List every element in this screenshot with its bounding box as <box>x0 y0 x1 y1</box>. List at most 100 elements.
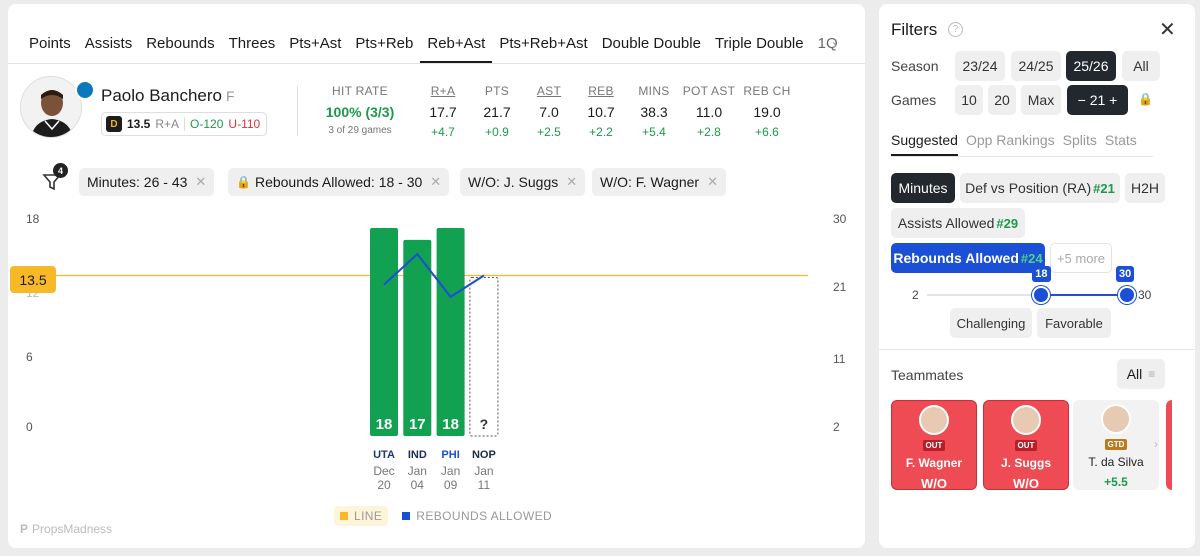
hit-rate-sub: 3 of 29 games <box>328 125 392 136</box>
close-icon[interactable]: ✕ <box>195 174 206 190</box>
suggested-def-vs-position[interactable]: Def vs Position (RA) #21 <box>960 173 1120 203</box>
status-badge: GTD <box>1104 439 1128 450</box>
tab-triple-double[interactable]: Triple Double <box>708 28 811 63</box>
tab-suggested[interactable]: Suggested <box>891 132 958 156</box>
filters-title: Filters <box>891 20 938 39</box>
teammate-name: J. Suggs <box>1000 456 1051 470</box>
stat-label: REB <box>588 84 614 98</box>
divider <box>297 86 298 136</box>
tab-reb-ast[interactable]: Reb+Ast <box>420 28 493 63</box>
slider-high-handle[interactable] <box>1118 286 1136 304</box>
bar-label: 17 <box>409 416 426 433</box>
suggested-assists-allowed[interactable]: Assists Allowed #29 <box>891 208 1025 238</box>
x-tick-month: Jan <box>441 464 460 478</box>
favorable-button[interactable]: Favorable <box>1037 308 1111 338</box>
chart-bar-pending <box>469 277 499 437</box>
suggested-rebounds-allowed[interactable]: Rebounds Allowed #24 <box>891 243 1045 273</box>
x-tick-day: 09 <box>444 478 458 492</box>
suggested-h2h[interactable]: H2H <box>1125 173 1165 203</box>
chip-minutes[interactable]: Minutes: 26 - 43 ✕ <box>79 168 215 196</box>
chip-wo-suggs[interactable]: W/O: J. Suggs ✕ <box>460 168 586 196</box>
more-filters-button[interactable]: +5 more <box>1050 243 1112 273</box>
over-odds: O-120 <box>190 117 224 131</box>
help-icon[interactable]: ? <box>948 22 963 37</box>
team-logo-icon <box>75 80 95 100</box>
filter-subtabs: Suggested Opp Rankings Splits Stats <box>891 132 1137 156</box>
pill-label: Assists Allowed <box>897 215 995 231</box>
chip-label: W/O: J. Suggs <box>468 174 559 190</box>
tab-threes[interactable]: Threes <box>222 28 283 63</box>
player-name: Paolo Banchero F <box>101 86 235 106</box>
brand-logo-icon: P <box>20 522 29 536</box>
challenging-button[interactable]: Challenging <box>950 308 1032 338</box>
teammate-card[interactable]: GTD T. da Silva +5.5 <box>1073 400 1159 490</box>
close-icon[interactable]: ✕ <box>1159 17 1176 42</box>
tab-rebounds[interactable]: Rebounds <box>139 28 221 63</box>
lock-icon[interactable]: 🔒 <box>1138 92 1153 106</box>
avatar <box>1101 404 1131 434</box>
games-max[interactable]: Max <box>1021 85 1061 115</box>
close-icon[interactable]: ✕ <box>707 174 718 190</box>
season-25-26[interactable]: 25/26 <box>1066 51 1116 81</box>
close-icon[interactable]: ✕ <box>430 174 441 190</box>
rank-badge: #21 <box>1093 180 1115 196</box>
close-icon[interactable]: ✕ <box>566 174 577 190</box>
chip-label: Rebounds Allowed: 18 - 30 <box>254 174 423 190</box>
teammate-card[interactable]: OUT J. Suggs W/O <box>983 400 1069 491</box>
teammates-label: Teammates <box>891 367 964 383</box>
stat-value: 10.7 <box>587 104 615 120</box>
chevron-right-icon[interactable]: › <box>1154 437 1158 451</box>
season-23-24[interactable]: 23/24 <box>955 51 1005 81</box>
divider <box>184 117 186 131</box>
betting-line[interactable]: D 13.5 R+A O-120 U-110 <box>101 112 268 136</box>
tab-points[interactable]: Points <box>22 28 78 63</box>
tab-1q[interactable]: 1Q <box>811 28 845 63</box>
tab-pts-ast[interactable]: Pts+Ast <box>282 28 348 63</box>
stat-r-a[interactable]: R+A 17.7 +4.7 <box>420 84 466 139</box>
stat-delta: +0.9 <box>485 125 509 139</box>
season-label: Season <box>891 58 939 74</box>
tab-splits[interactable]: Splits <box>1063 132 1097 156</box>
tab-opp-rankings[interactable]: Opp Rankings <box>966 132 1055 156</box>
teammates-filter-select[interactable]: All ≡ <box>1117 359 1165 389</box>
legend-line: LINE <box>334 506 389 526</box>
x-tick-month: Jan <box>408 464 427 478</box>
suggested-minutes[interactable]: Minutes <box>891 173 955 203</box>
chip-wo-wagner[interactable]: W/O: F. Wagner ✕ <box>592 168 726 196</box>
season-all[interactable]: All <box>1122 51 1160 81</box>
games-label: Games <box>891 92 937 108</box>
tab-assists[interactable]: Assists <box>78 28 140 63</box>
season-24-25[interactable]: 24/25 <box>1011 51 1061 81</box>
tab-double-double[interactable]: Double Double <box>595 28 708 63</box>
stat-label: PTS <box>484 84 510 98</box>
tab-pts-reb[interactable]: Pts+Reb <box>348 28 420 63</box>
chevron-right-icon[interactable]: › <box>832 36 837 53</box>
stat-ast[interactable]: AST 7.0 +2.5 <box>526 84 572 139</box>
teammate-name: T. da Silva <box>1088 455 1144 469</box>
chart-bar <box>436 228 465 436</box>
main-panel: Points Assists Rebounds Threes Pts+Ast P… <box>8 4 865 548</box>
slider-max: 30 <box>1138 288 1152 302</box>
teammate-tag: W/O <box>1013 476 1039 491</box>
x-tick-month: Jan <box>474 464 493 478</box>
team-logo-icon: NOP <box>472 449 496 461</box>
teammate-card[interactable]: OUT F. Wagner W/O <box>891 400 977 491</box>
chart-bar <box>370 228 398 436</box>
slider-low-handle[interactable] <box>1032 286 1051 304</box>
tab-pts-reb-ast[interactable]: Pts+Reb+Ast <box>492 28 594 63</box>
avatar <box>1011 405 1041 435</box>
rank-badge: #24 <box>1020 250 1043 266</box>
teammate-card-partial[interactable] <box>1166 400 1172 490</box>
stat-label: AST <box>536 84 562 98</box>
hit-rate: HIT RATE 100% (3/3) 3 of 29 games <box>314 84 406 136</box>
games-stepper[interactable]: − 21 + <box>1067 85 1128 115</box>
chip-label: W/O: F. Wagner <box>600 174 700 190</box>
filters-panel: Filters ? ✕ Season 23/24 24/25 25/26 All… <box>879 4 1195 548</box>
stat-reb[interactable]: REB 10.7 +2.2 <box>578 84 624 139</box>
tab-stats[interactable]: Stats <box>1105 132 1137 156</box>
games-10[interactable]: 10 <box>955 85 983 115</box>
games-20[interactable]: 20 <box>988 85 1016 115</box>
chip-rebounds-allowed[interactable]: 🔒 Rebounds Allowed: 18 - 30 ✕ <box>228 168 450 196</box>
stat-value: 38.3 <box>640 104 668 120</box>
stat-value: 17.7 <box>429 104 457 120</box>
